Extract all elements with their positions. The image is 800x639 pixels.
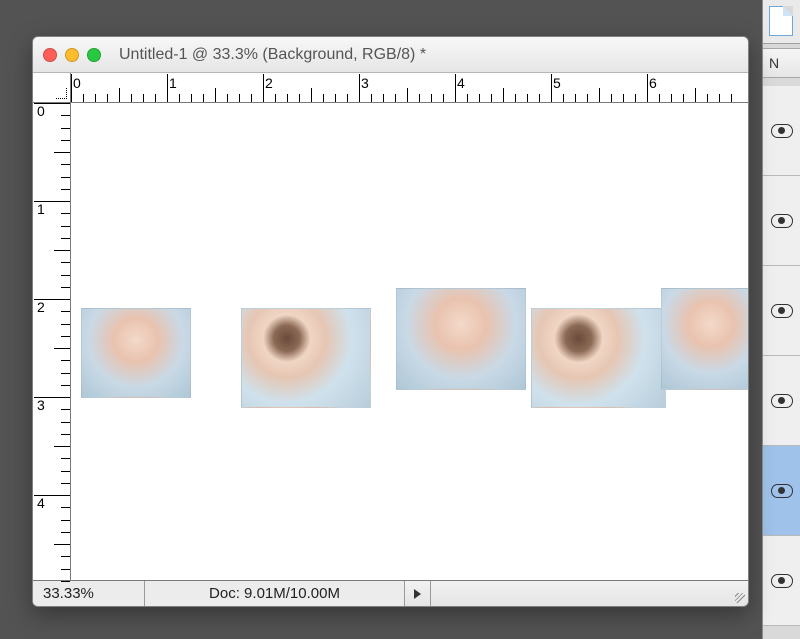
- close-button[interactable]: [43, 48, 57, 62]
- ruler-origin-corner[interactable]: [33, 73, 71, 102]
- layer-visibility-toggle[interactable]: [763, 356, 800, 446]
- ruler-v-label: 2: [37, 299, 45, 315]
- status-spacer: [431, 581, 728, 606]
- new-document-icon[interactable]: [769, 6, 793, 36]
- layers-panel-sliver: N: [762, 0, 800, 639]
- canvas[interactable]: [71, 103, 748, 563]
- panel-tab[interactable]: N: [763, 48, 800, 78]
- ruler-h-label: 2: [265, 75, 273, 91]
- triangle-right-icon: [414, 589, 421, 599]
- ruler-v-label: 3: [37, 397, 45, 413]
- layer-visibility-toggle[interactable]: [763, 266, 800, 356]
- canvas-viewport[interactable]: [71, 103, 748, 580]
- ruler-h-label: 5: [553, 75, 561, 91]
- document-info[interactable]: Doc: 9.01M/10.00M: [145, 581, 405, 606]
- placed-image[interactable]: [241, 308, 371, 408]
- document-body: 0 1 2 3 4: [33, 103, 748, 580]
- ruler-h-label: 0: [73, 75, 81, 91]
- ruler-h-label: 1: [169, 75, 177, 91]
- ruler-h-label: 4: [457, 75, 465, 91]
- document-title: Untitled-1 @ 33.3% (Background, RGB/8) *: [119, 46, 426, 64]
- placed-image[interactable]: [531, 308, 666, 408]
- horizontal-ruler-row: 0 1 2 3 4 5 6: [33, 73, 748, 103]
- layer-visibility-toggle[interactable]: [763, 536, 800, 626]
- placed-image[interactable]: [81, 308, 191, 398]
- status-bar: 33.33% Doc: 9.01M/10.00M: [33, 580, 748, 606]
- ruler-h-label: 6: [649, 75, 657, 91]
- eye-icon: [771, 124, 793, 138]
- zoom-button[interactable]: [87, 48, 101, 62]
- eye-icon: [771, 574, 793, 588]
- panel-top: [763, 0, 800, 44]
- ruler-h-label: 3: [361, 75, 369, 91]
- vertical-ruler[interactable]: 0 1 2 3 4: [33, 103, 71, 580]
- eye-icon: [771, 304, 793, 318]
- resize-grip-icon[interactable]: [728, 581, 748, 606]
- eye-icon: [771, 394, 793, 408]
- layer-visibility-toggle[interactable]: [763, 446, 800, 536]
- document-window: Untitled-1 @ 33.3% (Background, RGB/8) *…: [32, 36, 749, 607]
- titlebar[interactable]: Untitled-1 @ 33.3% (Background, RGB/8) *: [33, 37, 748, 73]
- placed-image[interactable]: [661, 288, 748, 390]
- layer-visibility-column: [763, 86, 800, 639]
- horizontal-ruler[interactable]: 0 1 2 3 4 5 6: [71, 73, 748, 102]
- ruler-v-label: 1: [37, 201, 45, 217]
- zoom-level-field[interactable]: 33.33%: [33, 581, 145, 606]
- window-controls: [43, 48, 101, 62]
- eye-icon: [771, 214, 793, 228]
- ruler-v-label: 4: [37, 495, 45, 511]
- info-menu-button[interactable]: [405, 581, 431, 606]
- layer-visibility-toggle[interactable]: [763, 86, 800, 176]
- ruler-v-label: 0: [37, 103, 45, 119]
- minimize-button[interactable]: [65, 48, 79, 62]
- layer-visibility-toggle[interactable]: [763, 176, 800, 266]
- eye-icon: [771, 484, 793, 498]
- placed-image[interactable]: [396, 288, 526, 390]
